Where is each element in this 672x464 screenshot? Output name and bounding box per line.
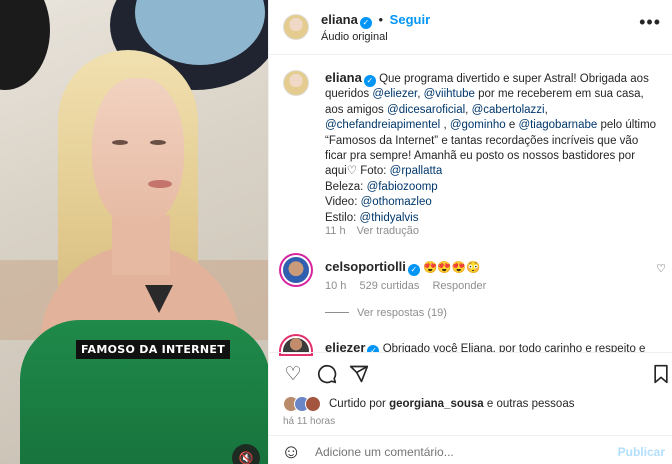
mention-link[interactable]: @fabiozoomp [367, 181, 438, 193]
like-icon[interactable]: ♡ [281, 362, 305, 386]
mention-link[interactable]: @eliezer [372, 88, 417, 100]
caption-author-avatar[interactable] [283, 70, 309, 96]
mention-link[interactable]: @othomazleo [361, 196, 432, 208]
comment-like-heart-icon[interactable]: ♡ [656, 262, 666, 275]
post-details-panel: eliana ✓ • Seguir Áudio original ••• elia… [268, 0, 672, 464]
commenter-username[interactable]: eliezer [325, 340, 365, 352]
caption-text: , [544, 103, 548, 116]
verified-icon: ✓ [363, 74, 376, 87]
mention-link[interactable]: @rpallatta [390, 165, 443, 177]
reply-button[interactable]: Responder [432, 280, 486, 292]
heart-emoji: ♡ [346, 165, 358, 178]
commenter-avatar[interactable] [283, 257, 309, 283]
mute-icon[interactable]: 🔇 [232, 444, 260, 464]
likes-summary: Curtido por georgiana_sousa e outras pes… [329, 398, 574, 410]
liker-username[interactable]: georgiana_sousa [389, 398, 484, 410]
comment-likes-count[interactable]: 529 curtidas [359, 280, 419, 292]
comment-text: 😍😍😍😳 [423, 262, 481, 274]
likers-avatars[interactable] [283, 396, 333, 412]
follow-button[interactable]: Seguir [390, 12, 430, 27]
verified-icon: ✓ [359, 16, 372, 29]
header-line: eliana ✓ • Seguir [321, 12, 430, 29]
caption-text: , [440, 119, 450, 132]
view-replies-link[interactable]: Ver respostas (19) [357, 307, 447, 319]
mention-link[interactable]: @dicesaroficial [387, 104, 465, 116]
publish-button[interactable]: Publicar [618, 445, 665, 459]
caption-meta: 11 h Ver tradução [325, 225, 419, 237]
background-record-left [0, 0, 50, 90]
emoji-icon[interactable]: ☺ [281, 442, 301, 462]
post-caption: eliana ✓ Que programa divertido e super A… [325, 70, 660, 226]
likes-suffix[interactable]: e outras pessoas [484, 398, 575, 410]
video-caption-overlay: FAMOSO DA INTERNET [76, 340, 231, 359]
likes-prefix: Curtido por [329, 398, 390, 410]
comment-row: eliezer ✓ Obrigado você Eliana, por todo … [325, 340, 645, 352]
mention-link[interactable]: @tiagobarnabe [518, 119, 597, 131]
author-username[interactable]: eliana [321, 12, 358, 27]
comment-input[interactable] [315, 442, 615, 462]
person-eye-right [150, 140, 166, 145]
comment-text: Obrigado você Eliana, por todo carinho e… [382, 343, 645, 352]
person-eye-left [112, 140, 128, 145]
mention-link[interactable]: @chefandreiapimentel [325, 119, 440, 131]
person-face [92, 78, 184, 228]
audio-link[interactable]: Áudio original [321, 31, 388, 43]
caption-text: e [505, 119, 519, 132]
mention-link[interactable]: @cabertolazzi [472, 104, 545, 116]
caption-text: Video: [325, 196, 361, 209]
comment-icon[interactable] [315, 362, 339, 386]
replies-line [325, 312, 349, 313]
translate-link[interactable]: Ver tradução [357, 225, 419, 237]
post-timestamp[interactable]: há 11 horas [283, 416, 335, 427]
share-icon[interactable] [347, 362, 371, 386]
post-header: eliana ✓ • Seguir Áudio original ••• [269, 0, 672, 55]
action-bar: ♡ [269, 352, 672, 392]
more-options-icon[interactable]: ••• [639, 12, 661, 33]
save-icon[interactable] [649, 362, 672, 386]
mention-link[interactable]: @viihtube [424, 88, 475, 100]
caption-text: Estilo: [325, 211, 360, 224]
comment-row: celsoportiolli ✓ 😍😍😍😳 [325, 259, 480, 276]
person-lips [148, 180, 172, 188]
comment-bar: ☺ Publicar [269, 435, 672, 464]
commenter-username[interactable]: celsoportiolli [325, 259, 406, 274]
verified-icon: ✓ [407, 263, 420, 276]
caption-author-username[interactable]: eliana [325, 70, 362, 85]
mention-link[interactable]: @thidyalvis [360, 212, 419, 224]
post-video[interactable]: FAMOSO DA INTERNET 🔇 [0, 0, 268, 464]
comment-meta: 10 h 529 curtidas Responder [325, 280, 486, 292]
mention-link[interactable]: @gominho [450, 119, 506, 131]
commenter-avatar[interactable] [283, 338, 309, 352]
comment-timestamp[interactable]: 10 h [325, 280, 346, 292]
caption-text: Beleza: [325, 180, 367, 193]
verified-icon: ✓ [367, 344, 380, 352]
separator-dot: • [378, 12, 384, 27]
liker-avatar [305, 396, 321, 412]
caption-text: Foto: [357, 165, 390, 178]
view-replies-row[interactable]: Ver respostas (19) [325, 307, 447, 319]
caption-timestamp[interactable]: 11 h [325, 225, 346, 237]
necklace-pendant [145, 285, 173, 313]
author-avatar[interactable] [283, 14, 309, 40]
